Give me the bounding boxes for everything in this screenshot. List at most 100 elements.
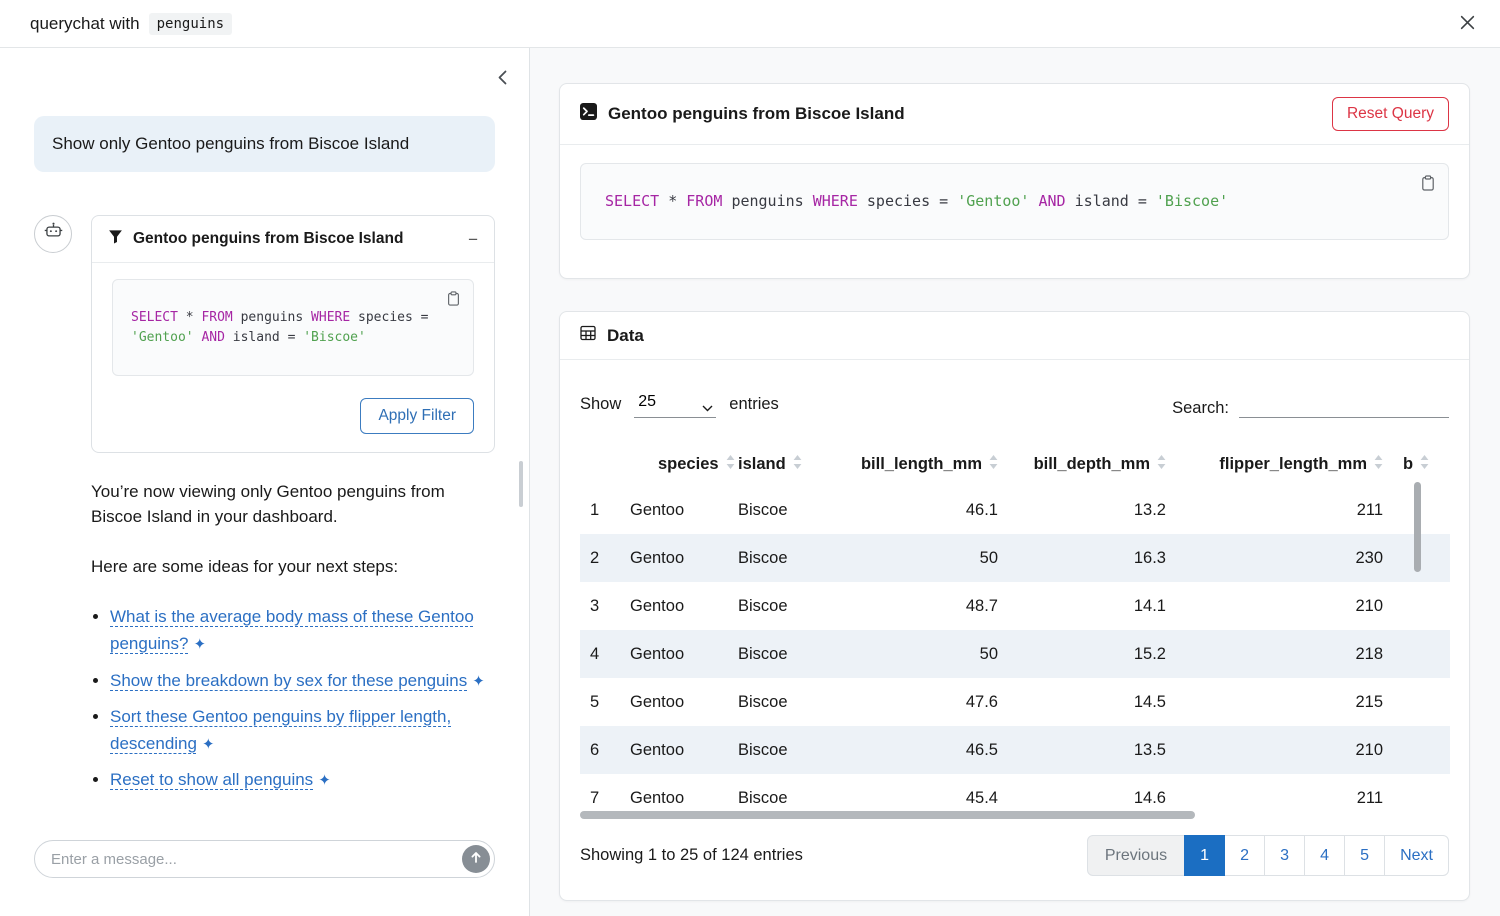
bot-avatar	[34, 215, 72, 253]
reset-query-button[interactable]: Reset Query	[1332, 97, 1449, 131]
table-row: 3 Gentoo Biscoe 48.7 14.1 210	[580, 582, 1450, 630]
page-length-select[interactable]: 25	[636, 393, 714, 410]
assistant-message-content: Gentoo penguins from Biscoe Island −	[91, 215, 495, 802]
terminal-icon	[580, 103, 597, 125]
sort-icon	[793, 455, 802, 474]
pagination-previous-button[interactable]: Previous	[1087, 835, 1185, 876]
query-card-header: Gentoo penguins from Biscoe Island Reset…	[560, 84, 1469, 145]
table-search-control: Search:	[1172, 390, 1449, 418]
sparkle-icon: ✦	[193, 636, 206, 653]
suggestion-text: Sort these Gentoo penguins by flipper le…	[110, 707, 451, 753]
filter-suggestion-card: Gentoo penguins from Biscoe Island −	[91, 215, 495, 452]
clipboard-icon	[1420, 180, 1436, 195]
table-info: Showing 1 to 25 of 124 entries	[580, 846, 803, 865]
suggestion-link-breakdown-by-sex[interactable]: Show the breakdown by sex for these peng…	[110, 671, 485, 690]
funnel-icon	[108, 229, 123, 249]
page-length-control: Show 25 entries	[580, 391, 779, 418]
sort-icon	[1420, 455, 1429, 474]
sidebar-collapse-button[interactable]	[494, 66, 511, 92]
column-header-species[interactable]: species	[620, 442, 728, 486]
minus-icon: −	[468, 230, 478, 249]
suggestion-list: What is the average body mass of these G…	[91, 603, 487, 793]
table-search-input[interactable]	[1239, 390, 1449, 418]
sql-code-block-sidebar: SELECT * FROM penguins WHERE species = '…	[112, 279, 474, 375]
show-label: Show	[580, 395, 621, 414]
table-row: 5 Gentoo Biscoe 47.6 14.5 215	[580, 678, 1450, 726]
sort-icon	[726, 455, 735, 474]
sql-code-block-main: SELECT * FROM penguins WHERE species = '…	[580, 163, 1449, 240]
app-title-dataset: penguins	[149, 13, 232, 35]
filter-card-body: SELECT * FROM penguins WHERE species = '…	[92, 263, 494, 451]
sidebar-resize-handle[interactable]	[519, 461, 523, 507]
column-header-bill-depth[interactable]: bill_depth_mm	[1008, 442, 1176, 486]
sparkle-icon: ✦	[202, 736, 215, 753]
vertical-scrollbar[interactable]	[1414, 482, 1421, 572]
suggestion-link-reset-penguins[interactable]: Reset to show all penguins ✦	[110, 770, 331, 789]
suggestion-text: Show the breakdown by sex for these peng…	[110, 671, 467, 690]
chat-sidebar: Show only Gentoo penguins from Biscoe Is…	[0, 48, 530, 916]
suggestion-text: Reset to show all penguins	[110, 770, 313, 789]
query-card-title: Gentoo penguins from Biscoe Island	[608, 104, 905, 124]
column-header-bill-length[interactable]: bill_length_mm	[828, 442, 1008, 486]
horizontal-scrollbar[interactable]	[580, 811, 1195, 819]
table-row: 6 Gentoo Biscoe 46.5 13.5 210	[580, 726, 1450, 774]
chat-message-input[interactable]	[34, 840, 495, 878]
data-card: Data Show 25 entries	[559, 311, 1470, 901]
suggestion-text: What is the average body mass of these G…	[110, 607, 474, 653]
sparkle-icon: ✦	[318, 772, 331, 789]
user-message-text: Show only Gentoo penguins from Biscoe Is…	[52, 131, 409, 157]
data-card-title: Data	[607, 326, 644, 346]
assistant-text: You’re now viewing only Gentoo penguins …	[91, 479, 476, 530]
table-row: 4 Gentoo Biscoe 50 15.2 218	[580, 630, 1450, 678]
filter-card-title: Gentoo penguins from Biscoe Island	[133, 230, 403, 248]
suggestion-link-avg-body-mass[interactable]: What is the average body mass of these G…	[110, 607, 474, 653]
copy-sql-button[interactable]	[444, 289, 463, 312]
app-title: querychat with penguins	[30, 13, 232, 35]
copy-sql-button[interactable]	[1418, 173, 1438, 197]
chat-input-row	[34, 840, 495, 878]
sql-query-text: SELECT * FROM penguins WHERE species = '…	[605, 192, 1228, 210]
pagination-page-5[interactable]: 5	[1344, 835, 1385, 876]
topbar: querychat with penguins	[0, 0, 1500, 48]
table-row: 2 Gentoo Biscoe 50 16.3 230	[580, 534, 1450, 582]
pagination-page-1[interactable]: 1	[1184, 835, 1225, 876]
data-card-body: Show 25 entries Search:	[560, 360, 1469, 900]
list-item: Show the breakdown by sex for these peng…	[110, 667, 487, 694]
send-message-button[interactable]	[462, 845, 490, 873]
table-row: 1 Gentoo Biscoe 46.1 13.2 211	[580, 486, 1450, 534]
table-viewport: species island bill_length_mm	[580, 442, 1449, 819]
query-card-body: SELECT * FROM penguins WHERE species = '…	[560, 145, 1469, 278]
column-header-body-mass-truncated[interactable]: b	[1393, 442, 1450, 486]
pagination-next-button[interactable]: Next	[1384, 835, 1449, 876]
penguins-table: species island bill_length_mm	[580, 442, 1450, 808]
sql-query-text: SELECT * FROM penguins WHERE species = '…	[131, 310, 428, 345]
column-header-flipper-length[interactable]: flipper_length_mm	[1176, 442, 1393, 486]
sort-icon	[1374, 455, 1383, 474]
suggestion-link-sort-flipper-length[interactable]: Sort these Gentoo penguins by flipper le…	[110, 707, 451, 753]
page-length-select-wrap: 25	[634, 391, 716, 418]
close-icon	[1459, 14, 1476, 34]
table-header: species island bill_length_mm	[580, 442, 1450, 486]
apply-filter-button[interactable]: Apply Filter	[360, 398, 474, 434]
entries-label: entries	[729, 395, 779, 414]
pagination-page-2[interactable]: 2	[1224, 835, 1265, 876]
table-footer: Showing 1 to 25 of 124 entries Previous …	[580, 835, 1449, 876]
clipboard-icon	[446, 295, 461, 310]
close-button[interactable]	[1459, 14, 1476, 34]
filter-card-header: Gentoo penguins from Biscoe Island −	[92, 216, 494, 263]
collapse-card-button[interactable]: −	[468, 231, 478, 248]
list-item: Reset to show all penguins ✦	[110, 766, 487, 793]
pagination-page-4[interactable]: 4	[1304, 835, 1345, 876]
list-item: What is the average body mass of these G…	[110, 603, 487, 657]
arrow-up-icon	[470, 851, 482, 867]
table-scroll-area: species island bill_length_mm	[580, 442, 1450, 808]
dashboard: Gentoo penguins from Biscoe Island Reset…	[530, 48, 1500, 916]
table-body: 1 Gentoo Biscoe 46.1 13.2 211 2	[580, 486, 1450, 808]
column-header-island[interactable]: island	[728, 442, 828, 486]
search-label: Search:	[1172, 399, 1229, 418]
app-title-text: querychat with	[30, 14, 140, 34]
apply-filter-row: Apply Filter	[112, 398, 474, 434]
pagination-page-3[interactable]: 3	[1264, 835, 1305, 876]
table-controls: Show 25 entries Search:	[580, 390, 1449, 418]
table-row: 7 Gentoo Biscoe 45.4 14.6 211	[580, 774, 1450, 808]
